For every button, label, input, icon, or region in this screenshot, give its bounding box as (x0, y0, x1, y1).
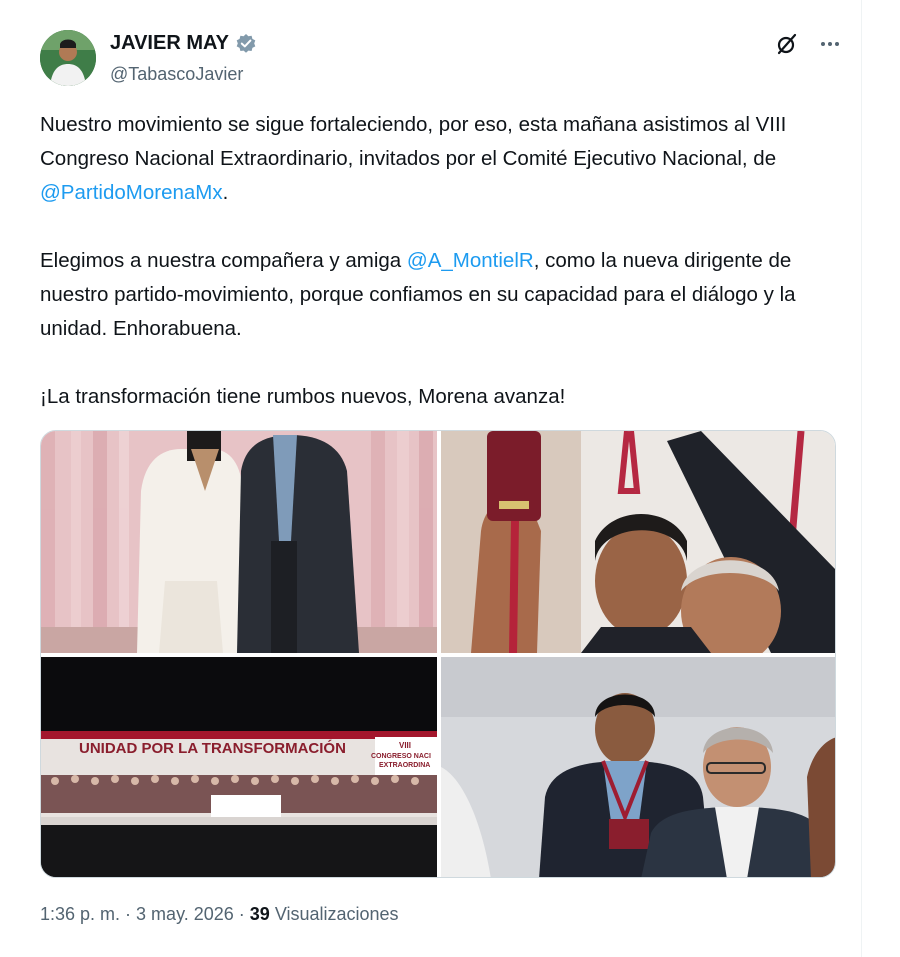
banner-badge-line2: EXTRAORDINA (379, 762, 430, 769)
banner-text: UNIDAD POR LA TRANSFORMACIÓN (79, 739, 346, 757)
author-name[interactable]: JAVIER MAY (110, 32, 229, 55)
media-photo-1[interactable] (41, 431, 437, 653)
tweet-time[interactable]: 1:36 p. m. (40, 904, 120, 925)
verified-badge-icon (235, 33, 257, 55)
tweet-paragraph-3: ¡La transformación tiene rumbos nuevos, … (40, 385, 566, 408)
author-avatar[interactable] (40, 30, 96, 86)
tweet-date[interactable]: 3 may. 2026 (136, 904, 234, 925)
banner-badge-line1: CONGRESO NACI (371, 753, 431, 760)
tweet-text: Nuestro movimiento se sigue fortaleciend… (40, 108, 840, 414)
media-photo-3[interactable]: UNIDAD POR LA TRANSFORMACIÓN VIII CONGRE… (41, 657, 437, 877)
media-grid: UNIDAD POR LA TRANSFORMACIÓN VIII CONGRE… (40, 430, 836, 878)
views-count: 39 (249, 904, 270, 924)
author-handle[interactable]: @TabascoJavier (110, 64, 243, 85)
tweet-text-segment: . (222, 181, 229, 204)
author-name-row: JAVIER MAY (110, 32, 257, 55)
grok-icon[interactable] (775, 32, 799, 56)
mention-link[interactable]: @A_MontielR (407, 249, 534, 272)
media-photo-2[interactable] (441, 431, 835, 653)
header-actions (775, 32, 841, 56)
tweet-text-segment: Nuestro movimiento se sigue fortaleciend… (40, 113, 793, 170)
meta-separator: · (238, 904, 245, 924)
banner-badge-num: VIII (399, 741, 411, 750)
tweet-card: JAVIER MAY @TabascoJavier Nuestro movimi… (0, 0, 862, 957)
tweet-meta: 1:36 p. m. · 3 may. 2026 · 39 Visualizac… (40, 904, 399, 925)
tweet-paragraph-1: Nuestro movimiento se sigue fortaleciend… (40, 108, 840, 210)
media-photo-4[interactable] (441, 657, 835, 877)
more-options-icon[interactable] (819, 33, 841, 55)
tweet-text-segment: Elegimos a nuestra compañera y amiga (40, 249, 407, 272)
mention-link[interactable]: @PartidoMorenaMx (40, 181, 223, 204)
tweet-paragraph-2: Elegimos a nuestra compañera y amiga @A_… (40, 244, 840, 346)
views-label: Visualizaciones (274, 904, 399, 924)
meta-separator: · (125, 904, 132, 924)
